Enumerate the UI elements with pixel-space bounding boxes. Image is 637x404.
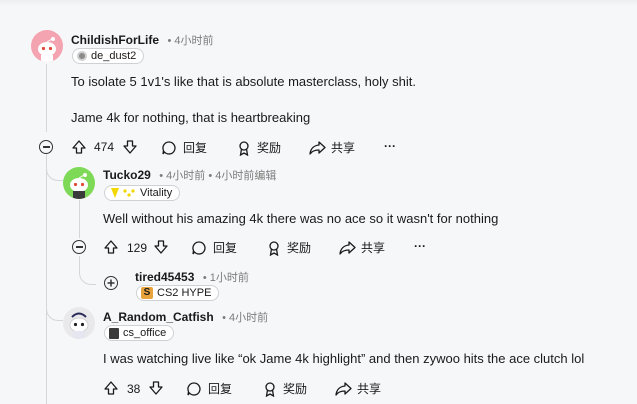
cs-office-icon	[109, 327, 119, 339]
comment-username[interactable]: A_Random_Catfish	[103, 310, 214, 324]
minus-icon	[75, 246, 83, 248]
comment-time: • 4小时前 • 4小时前编辑	[159, 170, 277, 182]
user-flair: cs_office	[104, 325, 175, 341]
downvote-arrow-icon	[123, 140, 137, 154]
connector-c4	[46, 300, 63, 321]
comment-bubble-icon	[187, 381, 201, 396]
comment-time: • 4小时前	[222, 312, 269, 324]
downvote-button[interactable]	[153, 239, 169, 255]
minus-icon	[42, 146, 50, 148]
reply-button[interactable]: 回复	[161, 139, 207, 156]
snoo-avatar-icon	[38, 37, 56, 62]
comment-time: • 1小时前	[202, 272, 249, 284]
thread-line-c2	[79, 200, 80, 238]
comment-username[interactable]: ChildishForLife	[71, 33, 159, 47]
top-fade	[0, 0, 637, 6]
user-flair: de_dust2	[72, 48, 145, 64]
vote-count: 474	[94, 140, 115, 154]
share-arrow-icon	[339, 240, 356, 255]
comment-text-line: Well without his amazing 4k there was no…	[103, 211, 499, 226]
share-arrow-icon	[309, 140, 326, 155]
comment-bubble-icon	[192, 240, 206, 255]
award-button[interactable]: 奖励	[262, 380, 307, 397]
share-button[interactable]: 共享	[339, 239, 385, 256]
comment-bubble-icon	[162, 140, 176, 155]
downvote-arrow-icon	[149, 381, 163, 395]
comment-text-line: To isolate 5 1v1's like that is absolute…	[71, 74, 416, 89]
connector-c3	[79, 266, 96, 285]
upvote-button[interactable]	[71, 139, 87, 155]
de-dust2-icon	[77, 51, 87, 61]
more-options-button[interactable]: ···	[384, 139, 396, 153]
share-button[interactable]: 共享	[335, 380, 381, 397]
comment-username[interactable]: Tucko29	[103, 168, 151, 182]
connector-c2	[46, 158, 63, 181]
cs2-logo-icon: S	[141, 287, 153, 299]
expand-button[interactable]	[104, 276, 118, 290]
comment-username[interactable]: tired45453	[135, 270, 194, 284]
share-button[interactable]: 共享	[309, 139, 355, 156]
thread-line-root-lower	[46, 154, 47, 404]
user-flair: S CS2 HYPE	[136, 285, 220, 301]
upvote-button[interactable]	[103, 380, 119, 396]
downvote-button[interactable]	[122, 139, 138, 155]
reply-button[interactable]: 回复	[186, 380, 232, 397]
reply-button[interactable]: 回复	[191, 239, 237, 256]
award-icon	[239, 140, 249, 156]
award-button[interactable]: 奖励	[266, 239, 311, 256]
avatar-childishforlife[interactable]	[31, 30, 63, 62]
downvote-button[interactable]	[148, 380, 164, 396]
vote-count: 38	[127, 382, 141, 396]
user-flair: Vitality	[104, 185, 181, 201]
award-button[interactable]: 奖励	[236, 139, 281, 156]
upvote-arrow-icon	[72, 140, 86, 154]
avatar-tucko29[interactable]	[63, 167, 95, 199]
award-icon	[269, 240, 279, 256]
comment-text-line: Jame 4k for nothing, that is heartbreaki…	[71, 110, 311, 125]
comment-time: • 4小时前	[167, 35, 214, 47]
upvote-button[interactable]	[103, 239, 119, 255]
upvote-arrow-icon	[104, 240, 118, 254]
snoo-avatar-icon	[70, 173, 88, 199]
upvote-arrow-icon	[104, 381, 118, 395]
vote-count: 129	[127, 241, 148, 255]
award-icon	[265, 381, 275, 397]
more-options-button[interactable]: ···	[414, 239, 426, 253]
share-arrow-icon	[335, 381, 352, 396]
collapse-button[interactable]	[39, 140, 53, 154]
plus-icon	[107, 279, 115, 287]
vitality-logo-icon	[111, 188, 135, 198]
thread-line-root	[46, 64, 47, 132]
snoo-avatar-icon	[69, 312, 89, 339]
avatar-a-random-catfish[interactable]	[63, 307, 95, 339]
comment-text-line: I was watching live like “ok Jame 4k hig…	[103, 351, 585, 366]
collapse-button[interactable]	[72, 240, 86, 254]
downvote-arrow-icon	[154, 240, 168, 254]
